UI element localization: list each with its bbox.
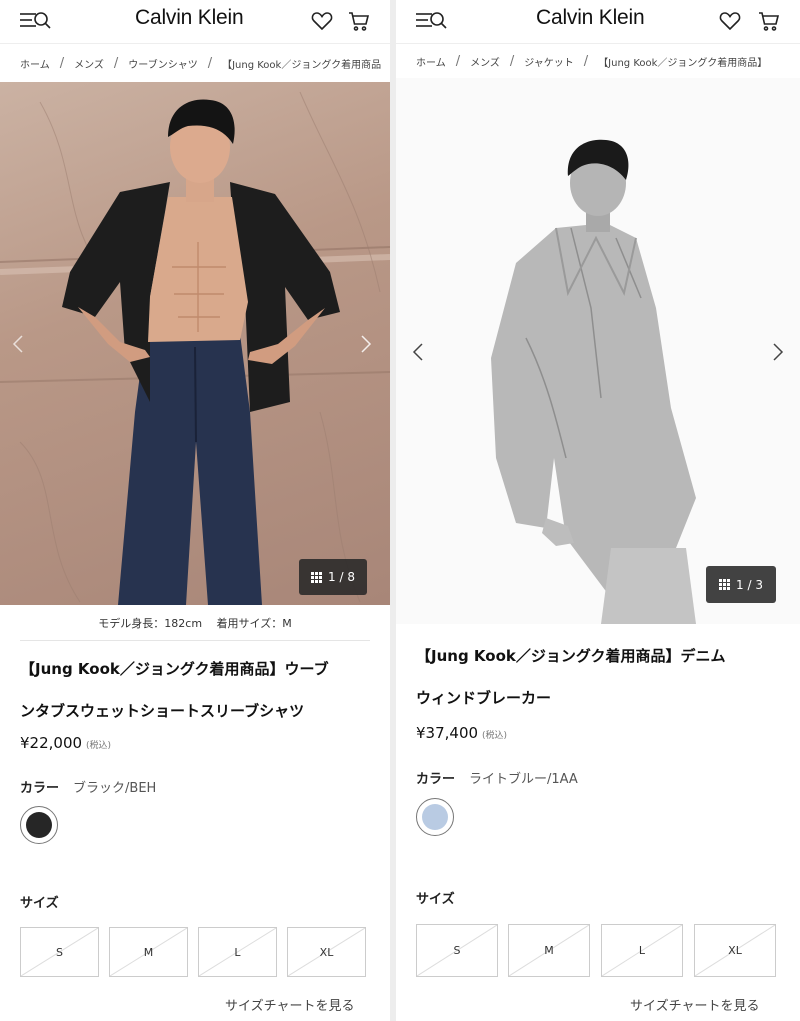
breadcrumb-separator: / xyxy=(207,55,213,71)
color-value: ライトブルー/1AA xyxy=(469,772,578,787)
size-option-label: M xyxy=(143,945,154,959)
breadcrumb: ホーム / メンズ / ジャケット / 【Jung Kook／ジョングク着用商品… xyxy=(396,42,800,80)
size-option-label: S xyxy=(453,944,461,957)
product-name-line: 【Jung Kook／ジョングク着用商品】ウーブ xyxy=(20,660,329,678)
product-name: 【Jung Kook／ジョングク着用商品】ウーブ ンタブスウェットショートスリー… xyxy=(20,648,374,732)
color-swatch-black[interactable] xyxy=(20,806,58,844)
breadcrumb-separator: / xyxy=(113,55,119,71)
product-price: ¥22,000 (税込) xyxy=(20,734,111,752)
size-option-m[interactable]: M xyxy=(508,924,590,977)
size-option-xl[interactable]: XL xyxy=(287,927,366,977)
gallery-next-arrow[interactable] xyxy=(768,337,788,367)
product-page-shirt: Calvin Klein ホーム / メンズ / ウーブンシャツ / 【Jung… xyxy=(0,0,390,1021)
color-label: カラー xyxy=(416,772,456,787)
size-option-label: S xyxy=(56,945,63,959)
gallery-prev-arrow[interactable] xyxy=(8,329,28,359)
cart-icon[interactable] xyxy=(757,9,781,33)
size-option-label: L xyxy=(234,945,241,959)
size-option-label: L xyxy=(638,944,646,957)
color-value: ブラック/BEH xyxy=(73,781,157,796)
size-option-label: XL xyxy=(319,945,334,959)
breadcrumb-separator: / xyxy=(509,53,515,69)
product-name: 【Jung Kook／ジョングク着用商品】デニム ウィンドブレーカー xyxy=(416,635,784,719)
size-option-l[interactable]: L xyxy=(198,927,277,977)
breadcrumb: ホーム / メンズ / ウーブンシャツ / 【Jung Kook／ジョングク着用… xyxy=(0,44,390,82)
heart-icon[interactable] xyxy=(718,9,742,33)
product-image-gallery[interactable]: 1 / 3 xyxy=(396,78,800,624)
product-image-gallery[interactable]: 1 / 8 xyxy=(0,82,390,605)
grid-icon xyxy=(311,571,323,583)
site-header: Calvin Klein xyxy=(0,0,390,44)
gallery-next-arrow[interactable] xyxy=(356,329,376,359)
comparison-screens: Calvin Klein ホーム / メンズ / ウーブンシャツ / 【Jung… xyxy=(0,0,800,1021)
menu-search-icon[interactable] xyxy=(18,8,54,34)
color-row: カラー ライトブルー/1AA xyxy=(416,768,578,787)
tax-note: (税込) xyxy=(482,731,508,741)
product-name-line: ウィンドブレーカー xyxy=(416,689,552,707)
color-row: カラー ブラック/BEH xyxy=(20,777,156,796)
size-label: サイズ xyxy=(416,892,455,907)
color-label: カラー xyxy=(20,781,60,796)
price-value: ¥37,400 xyxy=(416,724,479,742)
size-label: サイズ xyxy=(20,896,59,911)
breadcrumb-separator: / xyxy=(583,53,589,69)
breadcrumb-mens[interactable]: メンズ xyxy=(74,56,104,71)
tax-note: (税込) xyxy=(86,741,112,751)
breadcrumb-separator: / xyxy=(455,53,461,69)
product-page-jacket: Calvin Klein ホーム / メンズ / ジャケット / 【Jung K… xyxy=(396,0,800,1021)
size-option-s[interactable]: S xyxy=(20,927,99,977)
brand-logo[interactable]: Calvin Klein xyxy=(536,6,645,30)
gallery-counter-text: 1 / 8 xyxy=(328,570,355,584)
breadcrumb-mens[interactable]: メンズ xyxy=(470,54,500,69)
size-option-label: M xyxy=(544,944,554,957)
menu-search-icon[interactable] xyxy=(414,8,450,34)
gallery-counter[interactable]: 1 / 8 xyxy=(299,559,367,595)
gallery-prev-arrow[interactable] xyxy=(408,337,428,367)
size-option-s[interactable]: S xyxy=(416,924,498,977)
size-option-label: XL xyxy=(728,944,742,957)
price-value: ¥22,000 xyxy=(20,734,83,752)
size-chart-link[interactable]: サイズチャートを見る xyxy=(630,995,759,1014)
product-name-line: ンタブスウェットショートスリーブシャツ xyxy=(20,702,305,720)
model-info: モデル身長：182cm 着用サイズ：M xyxy=(20,605,370,641)
breadcrumb-home[interactable]: ホーム xyxy=(20,56,50,71)
breadcrumb-category[interactable]: ジャケット xyxy=(524,54,574,69)
size-option-l[interactable]: L xyxy=(601,924,683,977)
breadcrumb-home[interactable]: ホーム xyxy=(416,54,446,69)
model-photo xyxy=(0,91,390,605)
grid-icon xyxy=(719,579,731,590)
product-price: ¥37,400 (税込) xyxy=(416,724,507,742)
color-swatch-fill xyxy=(422,804,448,830)
cart-icon[interactable] xyxy=(347,9,371,33)
color-swatch-fill xyxy=(26,812,52,838)
heart-icon[interactable] xyxy=(310,9,334,33)
breadcrumb-current: 【Jung Kook／ジョングク着用商品】 xyxy=(598,57,768,69)
model-photo xyxy=(491,139,696,624)
breadcrumb-separator: / xyxy=(59,55,65,71)
size-chart-link[interactable]: サイズチャートを見る xyxy=(225,995,354,1014)
breadcrumb-category[interactable]: ウーブンシャツ xyxy=(128,56,197,71)
site-header: Calvin Klein xyxy=(396,0,800,44)
size-option-m[interactable]: M xyxy=(109,927,188,977)
product-name-line: 【Jung Kook／ジョングク着用商品】デニム xyxy=(416,647,726,665)
size-option-xl[interactable]: XL xyxy=(694,924,776,977)
gallery-counter[interactable]: 1 / 3 xyxy=(706,566,776,603)
breadcrumb-current: 【Jung Kook／ジョングク着用商品 xyxy=(222,59,382,71)
color-swatch-light-blue[interactable] xyxy=(416,798,454,836)
brand-logo[interactable]: Calvin Klein xyxy=(135,6,244,30)
gallery-counter-text: 1 / 3 xyxy=(736,577,763,592)
